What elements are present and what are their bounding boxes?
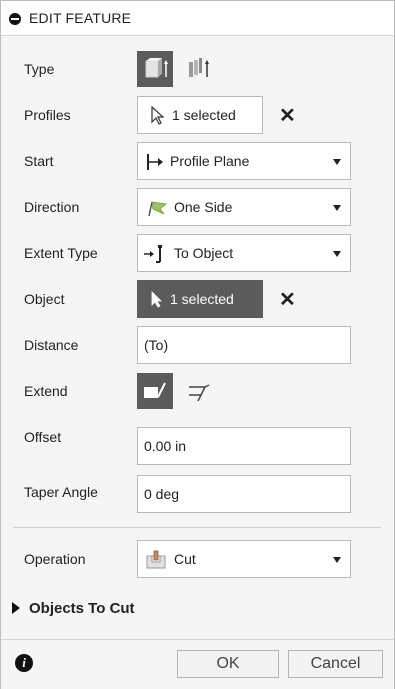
cancel-button[interactable]: Cancel [288,650,383,678]
row-extent-type: Extent Type To Object [1,231,394,275]
profile-plane-icon [147,154,163,170]
objects-to-cut-section[interactable]: Objects To Cut [1,587,394,627]
extent-type-dropdown[interactable]: To Object [137,234,351,272]
type-thin-button[interactable] [181,51,217,87]
row-operation: Operation Cut [1,536,394,580]
solid-extrude-icon [145,58,168,78]
caret-right-icon [12,602,20,614]
taper-angle-value: 0 deg [144,486,180,502]
chevron-down-icon [333,205,341,211]
extend-to-adjacent-button[interactable] [137,373,173,409]
type-label: Type [24,61,55,77]
distance-input[interactable]: (To) [137,326,351,364]
row-start: Start Profile Plane [1,139,394,183]
row-profiles: Profiles 1 selected ✕ [1,93,394,137]
extend-adjacent-icon [144,382,166,398]
row-offset: Offset 0.00 in [1,415,394,465]
extend-min-solution-button[interactable] [181,373,217,409]
profiles-value: 1 selected [172,107,236,123]
collapse-icon[interactable] [9,13,21,25]
object-selection[interactable]: 1 selected [137,280,263,318]
type-solid-button[interactable] [137,51,173,87]
row-type: Type [1,47,394,91]
row-taper-angle: Taper Angle 0 deg [1,464,394,513]
to-object-icon [144,245,162,263]
profiles-selection[interactable]: 1 selected [137,96,263,134]
direction-value: One Side [174,199,233,215]
row-distance: Distance (To) [1,323,394,367]
distance-value: (To) [144,337,169,353]
offset-input[interactable]: 0.00 in [137,427,351,465]
section-divider [13,527,381,528]
chevron-down-icon [333,159,341,165]
taper-angle-label: Taper Angle [24,484,98,500]
row-extend: Extend [1,369,394,413]
select-cursor-icon [151,291,162,308]
dialog-footer: i OK Cancel [1,639,394,689]
direction-label: Direction [24,199,80,215]
operation-value: Cut [174,551,196,567]
start-dropdown[interactable]: Profile Plane [137,142,351,180]
clear-object-icon[interactable]: ✕ [279,287,296,312]
extend-min-icon [189,384,210,402]
chevron-down-icon [333,557,341,563]
thin-extrude-icon [189,58,209,77]
clear-profiles-icon[interactable]: ✕ [279,103,296,128]
taper-angle-input[interactable]: 0 deg [137,475,351,513]
extent-type-label: Extent Type [24,245,98,261]
object-label: Object [24,291,65,307]
operation-label: Operation [24,551,86,567]
objects-to-cut-label: Objects To Cut [29,600,135,617]
chevron-down-icon [333,251,341,257]
distance-label: Distance [24,337,79,353]
cut-operation-icon [146,550,166,569]
extend-label: Extend [24,383,68,399]
start-label: Start [24,153,54,169]
direction-dropdown[interactable]: One Side [137,188,351,226]
one-side-direction-icon [148,201,167,217]
dialog-title: EDIT FEATURE [29,10,132,26]
object-value: 1 selected [170,291,234,307]
operation-dropdown[interactable]: Cut [137,540,351,578]
info-icon[interactable]: i [15,654,33,672]
ok-button[interactable]: OK [177,650,279,678]
offset-label: Offset [24,429,62,445]
start-value: Profile Plane [170,153,250,169]
dialog-titlebar[interactable]: EDIT FEATURE [1,1,394,36]
row-direction: Direction One Side [1,185,394,229]
edit-feature-dialog: EDIT FEATURE Type Profiles 1 selected ✕ … [0,0,395,689]
profiles-label: Profiles [24,107,71,123]
row-object: Object 1 selected ✕ [1,277,394,321]
extent-type-value: To Object [174,245,234,261]
offset-value: 0.00 in [144,438,187,454]
select-cursor-icon [151,106,165,125]
